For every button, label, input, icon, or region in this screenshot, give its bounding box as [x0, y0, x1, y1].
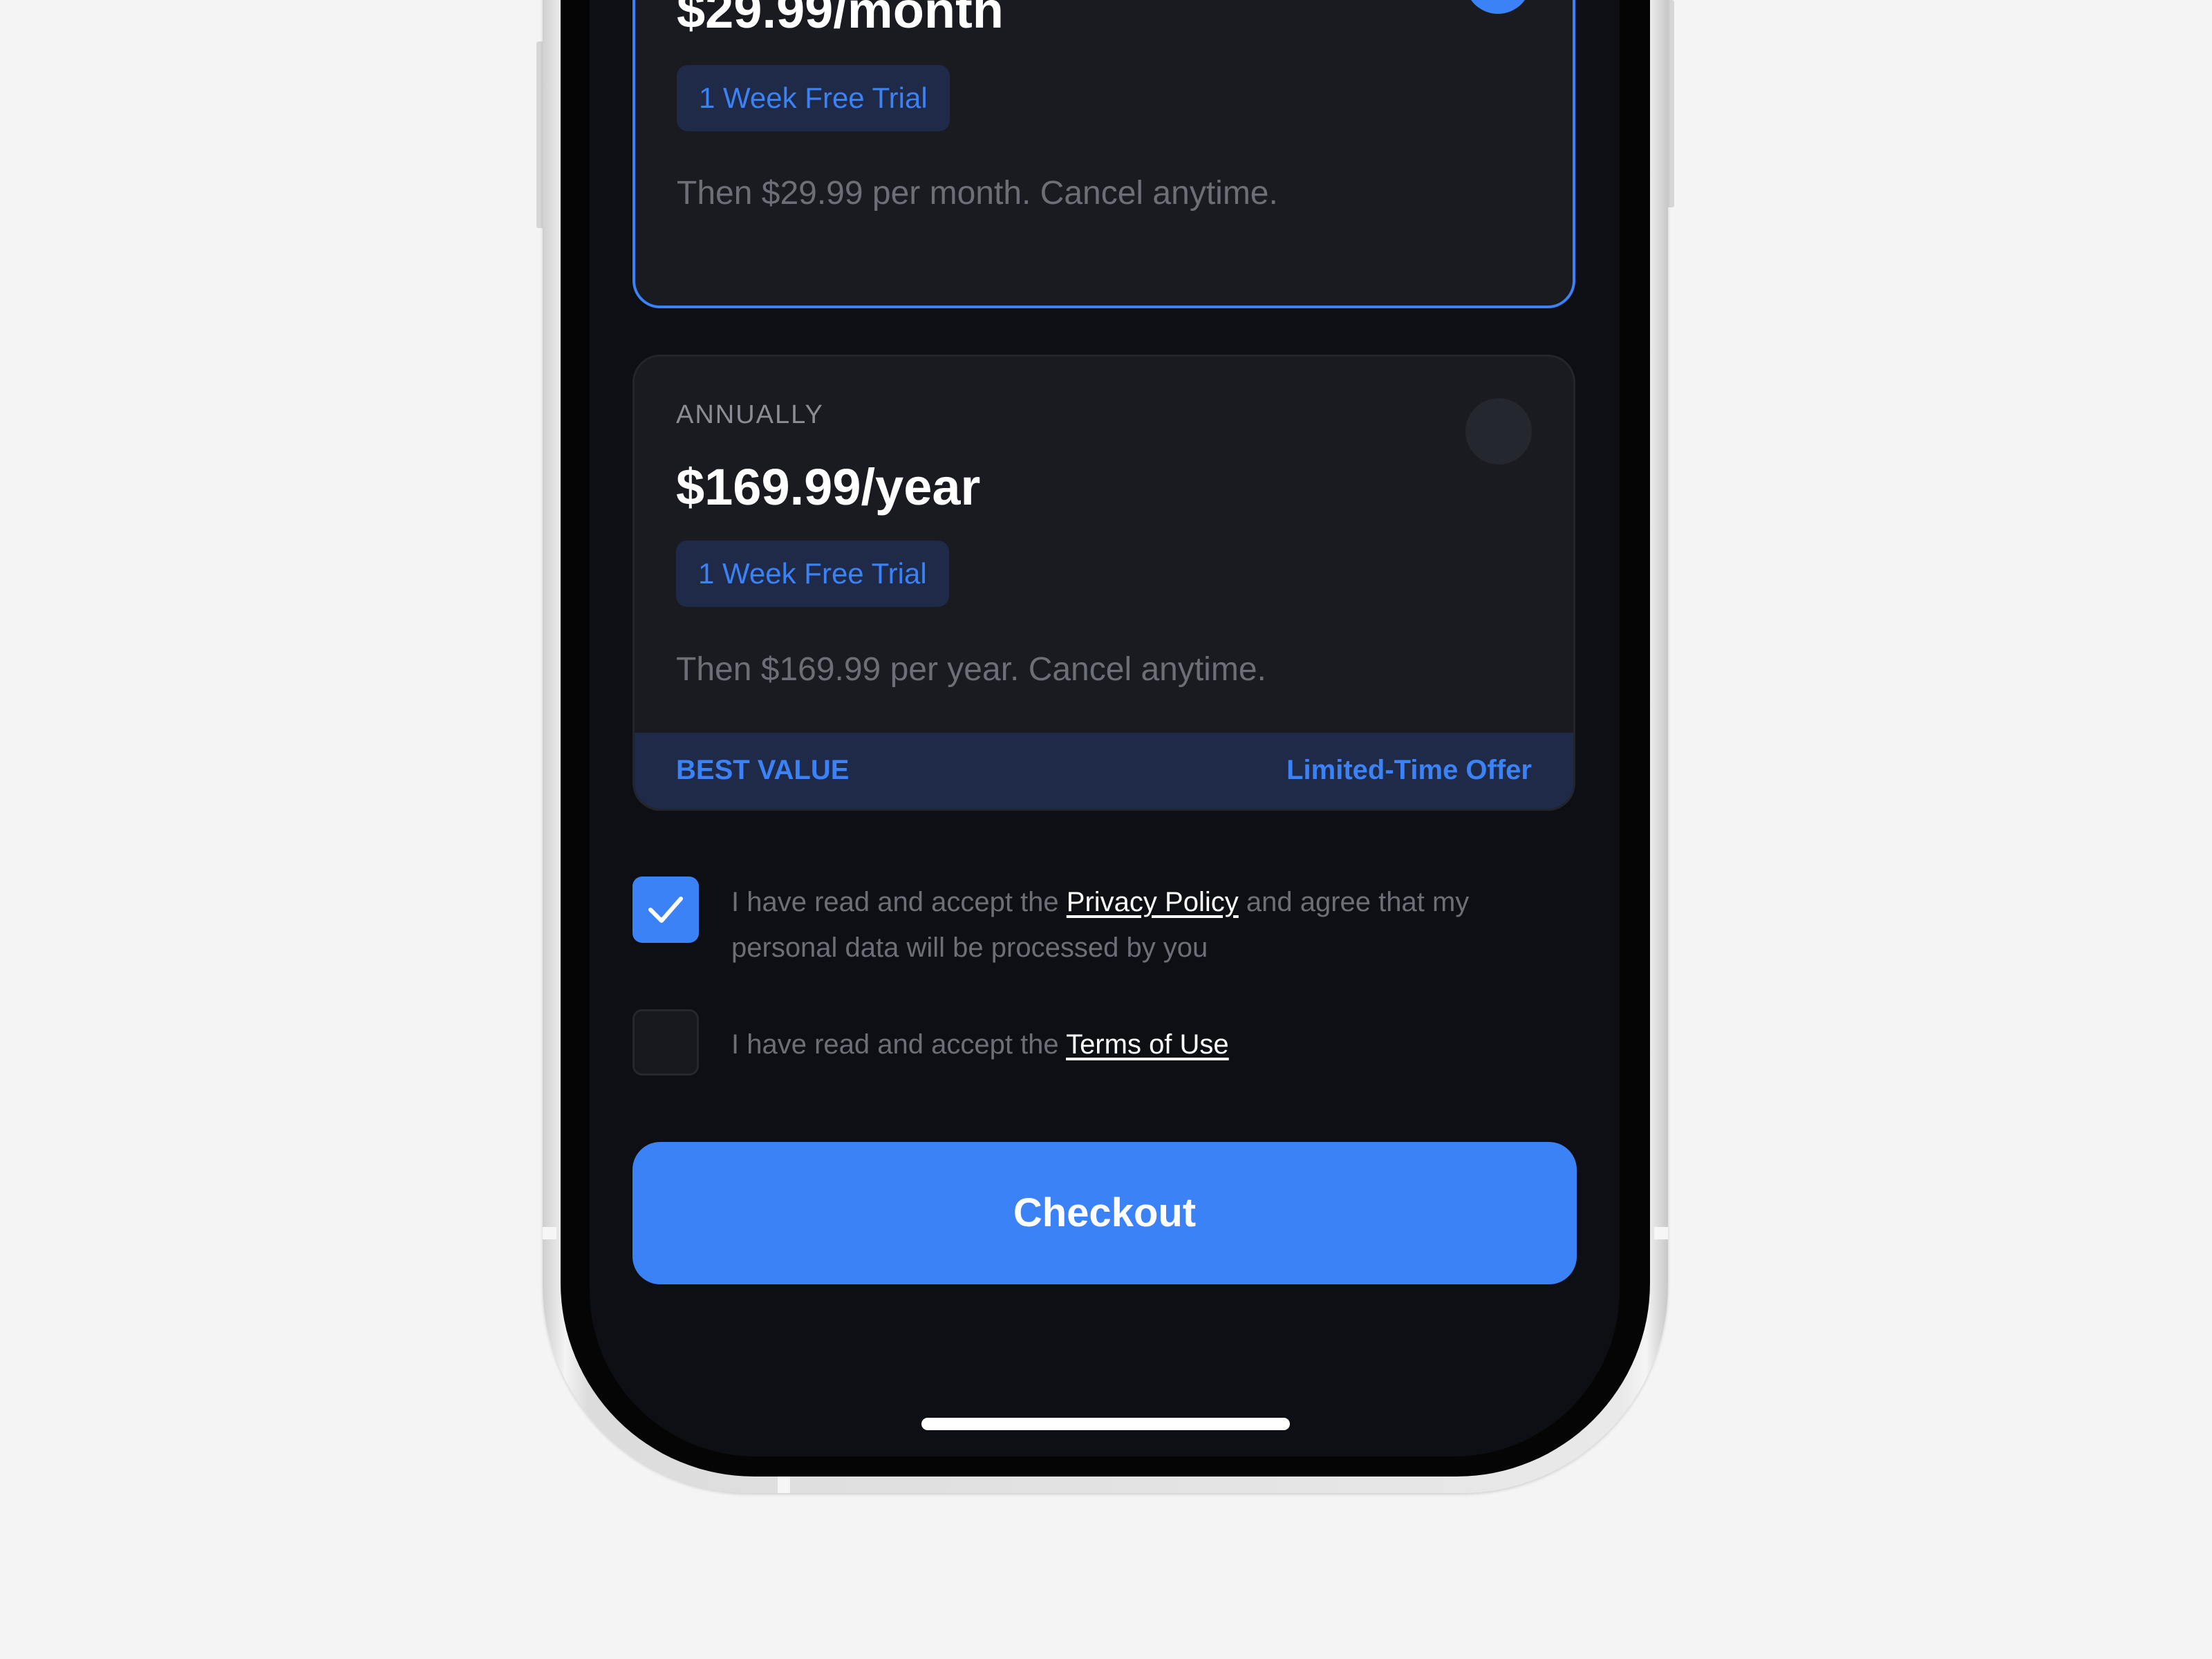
plan-period: ANNUALLY — [676, 400, 824, 429]
terms-checkbox[interactable] — [632, 1009, 699, 1076]
consent-text-before: I have read and accept the — [731, 887, 1067, 917]
antenna-band — [1654, 1227, 1668, 1239]
terms-consent-text: I have read and accept the Terms of Use — [731, 1022, 1582, 1067]
screen-content: $29.99/month 1 Week Free Trial Then $29.… — [590, 0, 1620, 1456]
privacy-policy-link[interactable]: Privacy Policy — [1067, 887, 1239, 917]
plan-card-annual[interactable]: ANNUALLY $169.99/year 1 Week Free Trial … — [632, 355, 1575, 811]
plan-note: Then $169.99 per year. Cancel anytime. — [676, 651, 1266, 688]
checkout-button[interactable]: Checkout — [632, 1142, 1577, 1284]
privacy-checkbox[interactable] — [632, 877, 699, 943]
home-indicator — [921, 1418, 1290, 1430]
plan-price: $169.99/year — [676, 458, 981, 516]
phone-screen: $29.99/month 1 Week Free Trial Then $29.… — [590, 0, 1620, 1456]
plan-radio-selected[interactable] — [1465, 0, 1531, 14]
plan-price: $29.99/month — [677, 0, 1004, 39]
plan-card-monthly[interactable]: $29.99/month 1 Week Free Trial Then $29.… — [632, 0, 1575, 308]
privacy-consent-text: I have read and accept the Privacy Polic… — [731, 879, 1582, 971]
check-icon — [648, 897, 683, 923]
plan-radio-unselected[interactable] — [1465, 398, 1532, 465]
consent-text-before: I have read and accept the — [731, 1029, 1067, 1060]
best-value-label: BEST VALUE — [676, 755, 850, 785]
antenna-band — [778, 1477, 790, 1493]
antenna-band — [543, 1227, 556, 1239]
trial-badge: 1 Week Free Trial — [677, 65, 950, 131]
plan-footer-banner: BEST VALUE Limited-Time Offer — [635, 733, 1573, 809]
trial-badge: 1 Week Free Trial — [676, 541, 949, 607]
page: $29.99/month 1 Week Free Trial Then $29.… — [0, 0, 2212, 1659]
terms-of-use-link[interactable]: Terms of Use — [1066, 1029, 1229, 1060]
limited-offer-label: Limited-Time Offer — [1286, 755, 1532, 785]
plan-note: Then $29.99 per month. Cancel anytime. — [677, 175, 1278, 212]
